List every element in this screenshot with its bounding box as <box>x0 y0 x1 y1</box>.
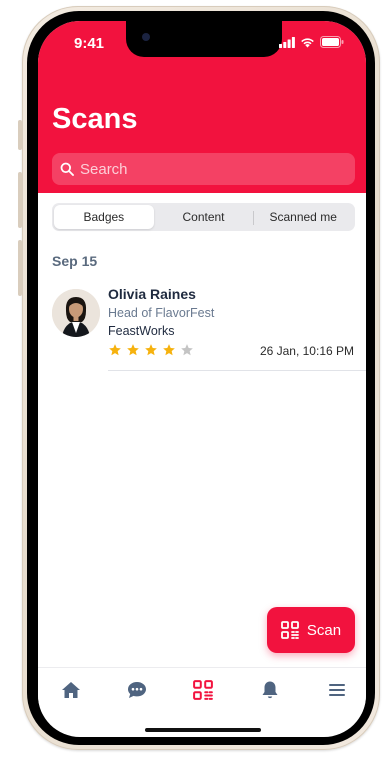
star-icon[interactable] <box>108 343 122 357</box>
scan-button-label: Scan <box>306 621 342 639</box>
scan-button[interactable]: Scan <box>267 607 355 653</box>
bell-icon <box>262 681 278 699</box>
battery-icon <box>320 36 344 48</box>
tab-badges[interactable]: Badges <box>54 205 154 229</box>
tab-scanned-me[interactable]: Scanned me <box>253 205 353 229</box>
scan-type-tabs: Badges Content Scanned me <box>52 203 355 231</box>
search-input[interactable] <box>78 159 342 179</box>
nav-menu[interactable] <box>325 678 349 702</box>
star-icon[interactable] <box>162 343 176 357</box>
home-icon <box>62 682 80 698</box>
bottom-nav <box>38 667 366 714</box>
search-icon <box>60 162 74 176</box>
scans-header: 9:41 Scans Search <box>38 21 366 193</box>
list-divider <box>108 370 366 371</box>
menu-icon <box>329 684 345 696</box>
nav-notifications[interactable] <box>258 678 282 702</box>
nav-chat[interactable] <box>125 678 149 702</box>
page-title: Scans <box>52 103 138 135</box>
phone-side-button <box>18 240 22 296</box>
contact-company: FeastWorks <box>108 324 175 338</box>
qr-code-icon <box>193 680 213 700</box>
star-rating[interactable] <box>108 343 194 357</box>
phone-side-button <box>18 120 22 150</box>
star-icon[interactable] <box>180 343 194 357</box>
contact-role: Head of FlavorFest <box>108 306 215 320</box>
front-camera <box>142 33 150 41</box>
list-item[interactable]: Olivia Raines Head of FlavorFest FeastWo… <box>52 286 366 374</box>
search-bar[interactable] <box>52 153 355 185</box>
phone-side-button <box>18 172 22 228</box>
notch <box>126 21 282 57</box>
nav-home[interactable] <box>59 678 83 702</box>
signal-icon <box>279 36 295 48</box>
app-stage: 9:41 Scans Search Badges Content Scanned… <box>0 0 386 757</box>
qr-code-icon <box>280 621 299 639</box>
phone-screen: 9:41 Scans Search Badges Content Scanned… <box>38 21 366 737</box>
tab-content[interactable]: Content <box>154 205 254 229</box>
contact-name: Olivia Raines <box>108 286 196 302</box>
chat-icon <box>128 682 146 698</box>
avatar <box>52 289 100 337</box>
home-indicator <box>145 728 261 732</box>
status-icons <box>279 36 344 48</box>
section-date: Sep 15 <box>52 253 98 269</box>
star-icon[interactable] <box>126 343 140 357</box>
scan-timestamp: 26 Jan, 10:16 PM <box>259 344 354 358</box>
wifi-icon <box>301 37 314 47</box>
star-icon[interactable] <box>144 343 158 357</box>
status-time: 9:41 <box>74 35 105 52</box>
nav-scans[interactable] <box>191 678 215 702</box>
